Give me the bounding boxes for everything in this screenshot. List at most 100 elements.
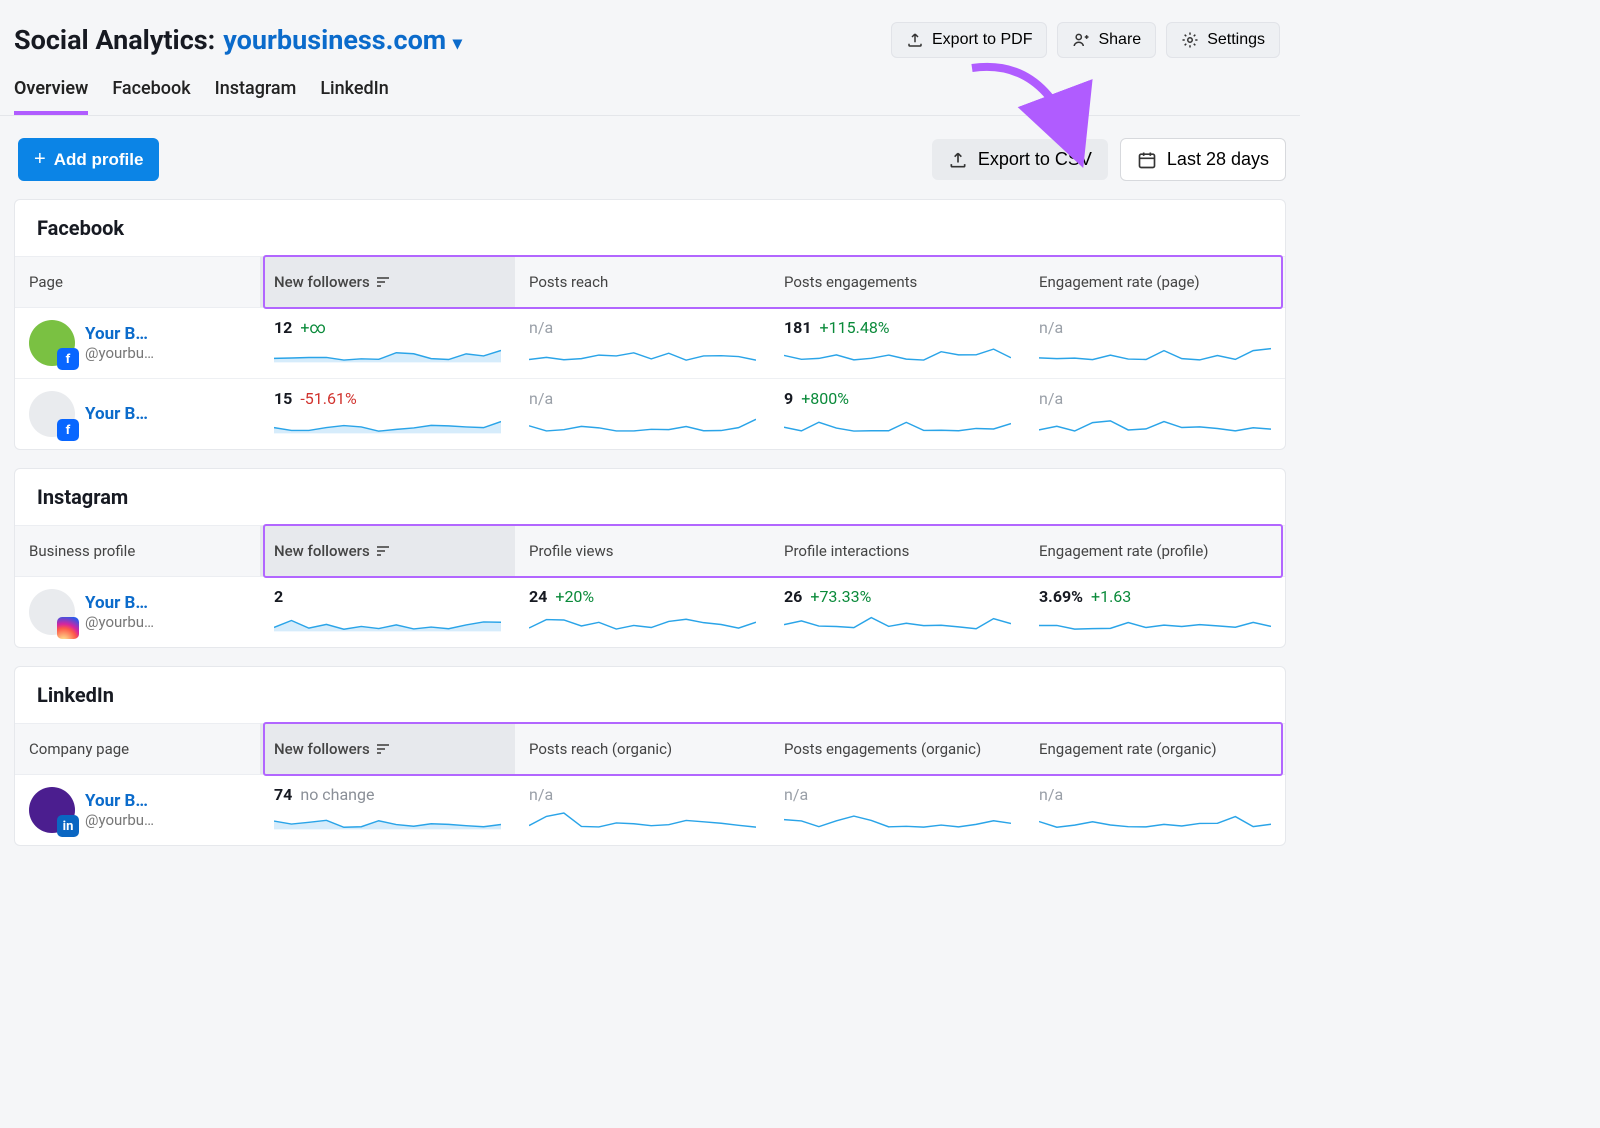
metric-cell: n/a	[1025, 308, 1285, 378]
col-interactions[interactable]: Profile interactions	[770, 526, 1025, 576]
metric-value: 24	[529, 587, 547, 606]
metric-cell: 15 -51.61%	[260, 379, 515, 449]
col-page[interactable]: Page	[15, 257, 260, 307]
profile-cell[interactable]: Your B… @yourbu…	[15, 577, 260, 647]
tab-facebook[interactable]: Facebook	[112, 78, 190, 115]
linkedin-section: LinkedIn Company page New followers Post…	[14, 666, 1286, 846]
metric-na: n/a	[529, 389, 553, 408]
share-button[interactable]: Share	[1057, 22, 1156, 58]
metric-na: n/a	[1039, 389, 1063, 408]
table-row: f Your B… 15-51.61% n/a 9+800% n/a	[15, 379, 1285, 449]
col-profile[interactable]: Business profile	[15, 526, 260, 576]
section-title: Instagram	[15, 469, 1285, 525]
metric-delta: +∞	[300, 318, 326, 337]
sparkline	[784, 341, 1011, 363]
col-new-followers[interactable]: New followers	[260, 724, 515, 774]
metric-delta: +20%	[555, 587, 594, 606]
sparkline	[1039, 412, 1271, 434]
upload-icon	[948, 150, 968, 170]
facebook-section: Facebook Page New followers Posts reach …	[14, 199, 1286, 450]
col-reach[interactable]: Posts reach (organic)	[515, 724, 770, 774]
metric-cell: 2	[260, 577, 515, 647]
export-csv-button[interactable]: Export to CSV	[932, 139, 1108, 180]
sparkline	[1039, 808, 1271, 830]
date-range-button[interactable]: Last 28 days	[1120, 138, 1286, 181]
metric-cell: 74no change	[260, 775, 515, 845]
metric-delta: -51.61%	[300, 389, 356, 408]
metric-na: n/a	[529, 785, 553, 804]
sort-desc-icon	[376, 545, 390, 557]
metric-cell: 3.69% +1.63	[1025, 577, 1285, 647]
tab-instagram[interactable]: Instagram	[215, 78, 297, 115]
instagram-badge-icon	[57, 617, 79, 639]
sort-desc-icon	[376, 743, 390, 755]
metric-value: 12	[274, 318, 292, 337]
sparkline	[1039, 341, 1271, 363]
profile-cell[interactable]: in Your B… @yourbu…	[15, 775, 260, 845]
tab-overview[interactable]: Overview	[14, 78, 88, 115]
col-posts-reach[interactable]: Posts reach	[515, 257, 770, 307]
sparkline	[784, 412, 1011, 434]
upload-icon	[906, 31, 924, 49]
metric-delta: +73.33%	[810, 587, 871, 606]
table-row: f Your B… @yourbu… 12+∞ n/a 181+115.48% …	[15, 308, 1285, 379]
metric-value: 3.69%	[1039, 587, 1083, 606]
col-new-followers[interactable]: New followers	[260, 526, 515, 576]
section-title: Facebook	[15, 200, 1285, 256]
facebook-badge-icon: f	[57, 348, 79, 370]
linkedin-badge-icon: in	[57, 815, 79, 837]
metric-value: 181	[784, 318, 812, 337]
metric-value: 9	[784, 389, 793, 408]
gear-icon	[1181, 31, 1199, 49]
sparkline	[529, 610, 756, 632]
avatar: f	[29, 391, 75, 437]
profile-cell[interactable]: f Your B…	[15, 379, 260, 449]
table-row: in Your B… @yourbu… 74no change n/a n/a …	[15, 775, 1285, 845]
metric-na: n/a	[529, 318, 553, 337]
sort-desc-icon	[376, 276, 390, 288]
col-company[interactable]: Company page	[15, 724, 260, 774]
metric-cell: n/a	[1025, 775, 1285, 845]
metric-cell: n/a	[770, 775, 1025, 845]
col-new-followers[interactable]: New followers	[260, 257, 515, 307]
calendar-icon	[1137, 150, 1157, 170]
sparkline	[274, 412, 501, 434]
metric-delta: +115.48%	[820, 318, 890, 337]
tab-linkedin[interactable]: LinkedIn	[320, 78, 388, 115]
profile-handle: @yourbu…	[85, 811, 154, 829]
instagram-section: Instagram Business profile New followers…	[14, 468, 1286, 648]
sparkline	[1039, 610, 1271, 632]
sparkline	[529, 412, 756, 434]
domain-selector[interactable]: yourbusiness.com ▾	[223, 24, 462, 56]
profile-handle: @yourbu…	[85, 344, 154, 362]
table-row: Your B… @yourbu… 2 24 +20% 26 +73.33% 3.69…	[15, 577, 1285, 647]
avatar: in	[29, 787, 75, 833]
settings-button[interactable]: Settings	[1166, 22, 1280, 58]
metric-cell: 26 +73.33%	[770, 577, 1025, 647]
add-profile-button[interactable]: + Add profile	[18, 138, 159, 181]
facebook-badge-icon: f	[57, 419, 79, 441]
metric-delta: +1.63	[1091, 587, 1131, 606]
col-engagement-rate[interactable]: Engagement rate (organic)	[1025, 724, 1285, 774]
profile-cell[interactable]: f Your B… @yourbu…	[15, 308, 260, 378]
avatar: f	[29, 320, 75, 366]
sparkline	[274, 808, 501, 830]
metric-value: 15	[274, 389, 292, 408]
metric-cell: n/a	[515, 308, 770, 378]
column-headers: Company page New followers Posts reach (…	[15, 723, 1285, 775]
col-profile-views[interactable]: Profile views	[515, 526, 770, 576]
col-engagements[interactable]: Posts engagements (organic)	[770, 724, 1025, 774]
col-engagement-rate[interactable]: Engagement rate (page)	[1025, 257, 1285, 307]
column-headers: Business profile New followers Profile v…	[15, 525, 1285, 577]
col-posts-engagements[interactable]: Posts engagements	[770, 257, 1025, 307]
col-engagement-rate[interactable]: Engagement rate (profile)	[1025, 526, 1285, 576]
metric-cell: n/a	[1025, 379, 1285, 449]
main-tabs: Overview Facebook Instagram LinkedIn	[0, 66, 1300, 116]
sparkline	[274, 341, 501, 363]
section-title: LinkedIn	[15, 667, 1285, 723]
metric-value: 26	[784, 587, 802, 606]
export-pdf-button[interactable]: Export to PDF	[891, 22, 1047, 58]
profile-name: Your B…	[85, 593, 154, 613]
sparkline	[529, 808, 756, 830]
metric-cell: 24 +20%	[515, 577, 770, 647]
